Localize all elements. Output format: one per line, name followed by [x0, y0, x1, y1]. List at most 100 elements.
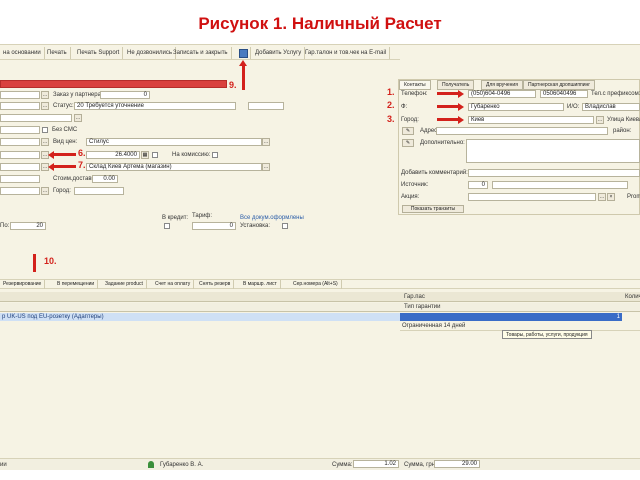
arrow-6-head	[48, 151, 54, 159]
toolbar-add-service[interactable]: Добавить Услугу	[252, 47, 306, 59]
warehouse-search[interactable]: …	[262, 163, 270, 171]
row-item-name: р UK-US под EU-розетку (Адаптеры)	[2, 314, 104, 320]
search-button-1[interactable]: …	[41, 91, 49, 99]
highlighted-field[interactable]	[0, 80, 227, 88]
promo-clear-button[interactable]: ×	[607, 193, 615, 201]
city-field-left[interactable]	[74, 187, 124, 195]
arrow-1	[437, 92, 459, 95]
tariff-label: Тариф:	[192, 213, 213, 219]
source-field[interactable]: 0	[468, 181, 488, 189]
field-left-2[interactable]	[0, 102, 40, 110]
field-left-8[interactable]	[0, 175, 40, 183]
order-partner-field[interactable]: 0	[100, 91, 150, 99]
marker-10	[33, 254, 36, 272]
address-edit-button[interactable]: ✎	[402, 127, 414, 135]
city-search-button[interactable]: …	[596, 116, 604, 124]
warehouse-field[interactable]: Склад Киев Артема (магазин)	[86, 163, 262, 171]
credit-checkbox[interactable]	[164, 223, 170, 229]
price-type-label: Вид цен:	[53, 139, 78, 145]
search-button-5[interactable]: …	[41, 138, 49, 146]
delivery-cost-field[interactable]: 0.00	[92, 175, 118, 183]
col-garpas[interactable]: Гар.пас	[404, 293, 425, 301]
tab-in-transfer[interactable]: В перемещении	[54, 280, 99, 289]
arrow-up-head	[239, 60, 247, 66]
price-type-search[interactable]: …	[262, 138, 270, 146]
tab-task-product[interactable]: Задание product	[102, 280, 147, 289]
tooltip: Товары, работы, услуги, продукция	[502, 330, 592, 339]
promo-search-button[interactable]: …	[598, 193, 606, 201]
price-type-field[interactable]: Стилус	[86, 138, 262, 146]
tariff-field[interactable]: 0	[192, 222, 236, 230]
field-left-3[interactable]	[0, 114, 72, 122]
phone-prefix-label: Тел.с префиксом:	[591, 91, 640, 97]
address-field[interactable]	[436, 127, 608, 135]
toolbar-save-close[interactable]: Записать и закрыть	[170, 47, 232, 59]
sum-uah-label: Сумма, грн:	[404, 462, 437, 468]
source-select[interactable]	[492, 181, 628, 189]
lower-tabs: Резервирование В перемещении Задание pro…	[0, 279, 640, 289]
show-transit-button[interactable]: Показать транзиты	[402, 205, 464, 213]
promo-field[interactable]	[468, 193, 596, 201]
annotation-3: 3.	[387, 114, 395, 124]
installation-checkbox[interactable]	[282, 223, 288, 229]
annotation-6: 6.	[78, 148, 86, 158]
field-left-9[interactable]	[0, 187, 40, 195]
table-row-selected-cell[interactable]: 1	[400, 313, 622, 321]
status-label: Статус:	[53, 103, 74, 109]
annotation-9: 9.	[229, 80, 237, 90]
arrow-3-head	[458, 116, 464, 124]
toolbar-no-answer[interactable]: Не дозвонились	[124, 47, 176, 59]
status-extra-field[interactable]	[248, 102, 284, 110]
arrow-2	[437, 105, 459, 108]
search-button-2[interactable]: …	[41, 102, 49, 110]
field-left-4[interactable]	[0, 126, 40, 134]
search-button-9[interactable]: …	[41, 187, 49, 195]
col-guarantee-type[interactable]: Тип гарантии	[404, 303, 441, 311]
field-left-7[interactable]	[0, 163, 40, 171]
promo-right-label: Promo	[627, 194, 640, 200]
credit-label: В кредит:	[162, 215, 189, 221]
tab-invoice[interactable]: Счет на оплату	[152, 280, 195, 289]
city-field-right[interactable]: Киев	[468, 116, 594, 124]
toolbar-print-support[interactable]: Печать Support	[74, 47, 124, 59]
additional-edit-button[interactable]: ✎	[402, 139, 414, 147]
street-value: Улица Киева	[607, 117, 640, 123]
toolbar-email-warranty[interactable]: Гар.талон и тов.чек на E-mail	[302, 47, 391, 59]
tab-reservation[interactable]: Резервирование	[0, 280, 46, 289]
grid-subheader: Тип гарантии	[0, 303, 640, 312]
tab-route-sheet[interactable]: В маршр. лист	[240, 280, 281, 289]
annotation-10: 10.	[44, 256, 57, 266]
surname-field[interactable]: Губаренко	[468, 103, 564, 111]
no-sms-checkbox[interactable]	[42, 127, 48, 133]
order-partner-label: Заказ у партнера:	[53, 92, 103, 98]
toolbar-based-on[interactable]: на основании	[0, 47, 45, 59]
tab-remove-reserve[interactable]: Снять резерв	[196, 280, 235, 289]
tab-contacts[interactable]: Контакты	[399, 80, 431, 90]
commission-checkbox[interactable]	[212, 152, 218, 158]
name-field[interactable]: Владислав	[582, 103, 640, 111]
po-field[interactable]: 20	[10, 222, 46, 230]
additional-textarea[interactable]	[466, 139, 640, 163]
tab-partner-dropshipping[interactable]: Партнерская дропшиппинг	[523, 80, 596, 90]
table-row-selected[interactable]: р UK-US под EU-розетку (Адаптеры)	[0, 313, 400, 321]
tab-recipient[interactable]: Получатель	[437, 80, 475, 90]
calendar-icon[interactable]: ▦	[141, 151, 149, 159]
tab-delivery[interactable]: Для вручения	[481, 80, 523, 90]
add-comment-field[interactable]	[468, 169, 640, 177]
field-left-6[interactable]	[0, 151, 40, 159]
commission-checkbox-left[interactable]	[152, 152, 158, 158]
tab-serial-numbers[interactable]: Сер.номера (Alt+S)	[290, 280, 342, 289]
status-field[interactable]: 20 Требуется уточнение	[74, 102, 236, 110]
toolbar-save-icon-button[interactable]	[236, 47, 251, 59]
col-quantity[interactable]: Количество	[625, 293, 640, 301]
phone-field[interactable]: (050)604-0496	[468, 90, 536, 98]
arrow-up	[242, 64, 245, 90]
annotation-2: 2.	[387, 100, 395, 110]
search-button-3[interactable]: …	[74, 114, 82, 122]
field-left-5[interactable]	[0, 138, 40, 146]
field-left-1[interactable]	[0, 91, 40, 99]
phone-field-2[interactable]: 0506040496	[540, 90, 588, 98]
city-label: Город:	[53, 188, 71, 194]
rate-field[interactable]: 26.4000	[86, 151, 140, 159]
toolbar-print[interactable]: Печать	[44, 47, 71, 59]
